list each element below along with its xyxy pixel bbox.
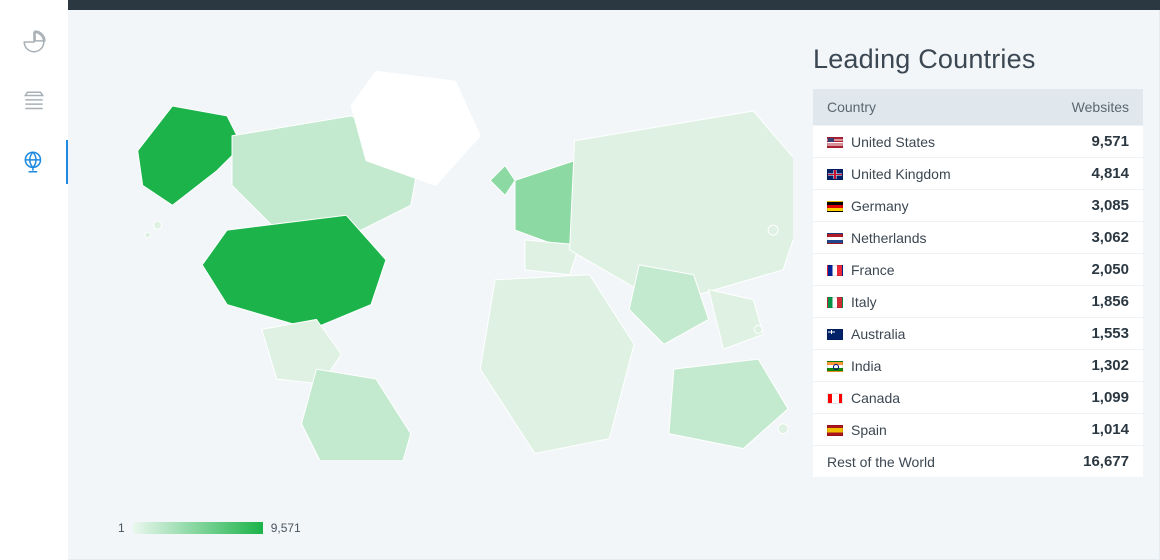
pie-chart-icon	[21, 29, 47, 55]
flag-icon	[827, 297, 843, 308]
choropleth-map	[98, 30, 793, 460]
country-value: 1,553	[1024, 318, 1143, 350]
table-row[interactable]: Netherlands 3,062	[813, 222, 1143, 254]
map-legend: 1 9,571	[118, 521, 301, 535]
country-label: United Kingdom	[851, 166, 951, 182]
sidebar-item-stack[interactable]	[0, 82, 68, 122]
country-value: 1,099	[1024, 382, 1143, 414]
content: 1 9,571 Leading Countries Country Websit…	[68, 10, 1160, 560]
globe-icon	[21, 149, 47, 175]
table-row[interactable]: Canada 1,099	[813, 382, 1143, 414]
table-row[interactable]: Italy 1,856	[813, 286, 1143, 318]
country-label: United States	[851, 134, 935, 150]
country-label: Italy	[851, 294, 877, 310]
country-label: France	[851, 262, 895, 278]
country-value: 1,856	[1024, 286, 1143, 318]
sidebar-item-chart[interactable]	[0, 22, 68, 62]
stack-icon	[21, 89, 47, 115]
legend-min: 1	[118, 521, 125, 535]
country-label: Canada	[851, 390, 900, 406]
panel-title: Leading Countries	[813, 44, 1143, 75]
table-row[interactable]: Australia 1,553	[813, 318, 1143, 350]
table-row[interactable]: Germany 3,085	[813, 190, 1143, 222]
table-row[interactable]: Spain 1,014	[813, 414, 1143, 446]
country-label: Germany	[851, 198, 909, 214]
flag-icon	[827, 169, 843, 180]
country-value: 1,014	[1024, 414, 1143, 446]
country-value: 2,050	[1024, 254, 1143, 286]
country-label: Rest of the World	[813, 446, 1024, 478]
legend-max: 9,571	[271, 521, 301, 535]
top-bar	[68, 0, 1160, 10]
country-value: 4,814	[1024, 158, 1143, 190]
table-row[interactable]: United States 9,571	[813, 126, 1143, 158]
flag-icon	[827, 329, 843, 340]
flag-icon	[827, 201, 843, 212]
world-map[interactable]: 1 9,571	[98, 30, 793, 543]
country-value: 3,062	[1024, 222, 1143, 254]
flag-icon	[827, 233, 843, 244]
sidebar	[0, 10, 68, 560]
table-row[interactable]: India 1,302	[813, 350, 1143, 382]
country-label: Australia	[851, 326, 905, 342]
flag-icon	[827, 425, 843, 436]
country-value: 9,571	[1024, 126, 1143, 158]
col-country[interactable]: Country	[813, 89, 1024, 126]
country-value: 16,677	[1024, 446, 1143, 478]
country-label: Netherlands	[851, 230, 927, 246]
countries-table: Country Websites United States9,571Unite…	[813, 89, 1143, 477]
flag-icon	[827, 137, 843, 148]
country-label: Spain	[851, 422, 887, 438]
table-row-rest[interactable]: Rest of the World16,677	[813, 446, 1143, 478]
country-value: 1,302	[1024, 350, 1143, 382]
flag-icon	[827, 265, 843, 276]
leading-countries-panel: Leading Countries Country Websites Unite…	[813, 30, 1143, 543]
flag-icon	[827, 361, 843, 372]
table-row[interactable]: United Kingdom 4,814	[813, 158, 1143, 190]
legend-gradient	[133, 522, 263, 534]
sidebar-item-globe[interactable]	[0, 142, 68, 182]
flag-icon	[827, 393, 843, 404]
country-label: India	[851, 358, 881, 374]
table-row[interactable]: France 2,050	[813, 254, 1143, 286]
country-value: 3,085	[1024, 190, 1143, 222]
col-websites[interactable]: Websites	[1024, 89, 1143, 126]
